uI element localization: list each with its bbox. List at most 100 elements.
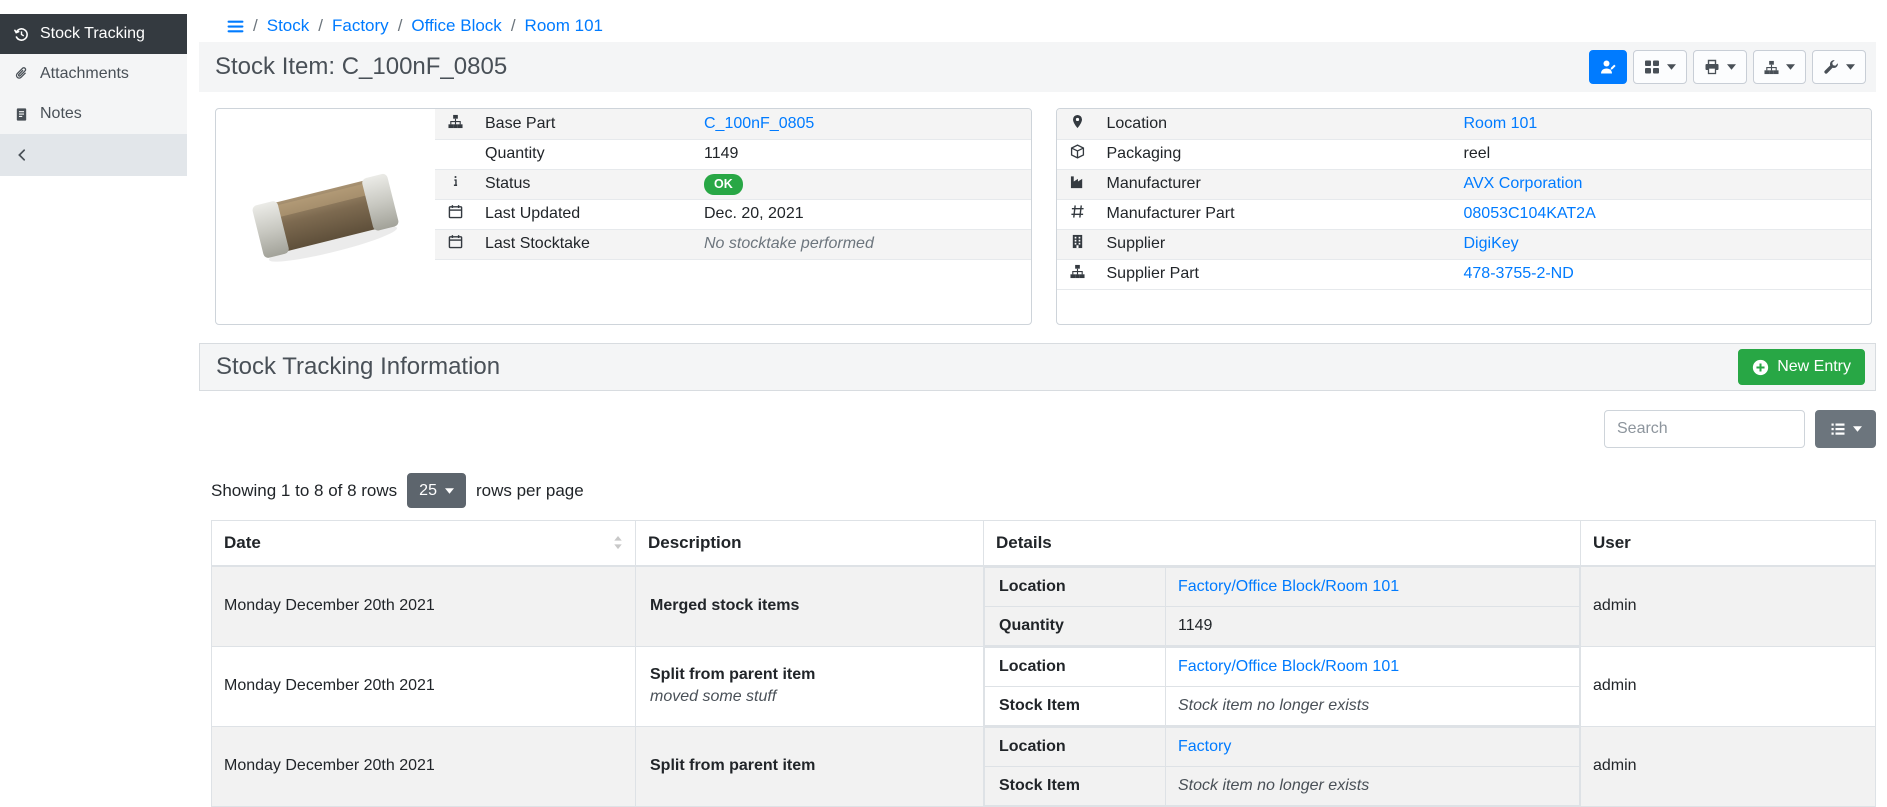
app-root: Stock Tracking Attachments Notes / Stock / Fa… — [0, 0, 1887, 805]
tracking-table-head-row: Date Description Details User — [212, 521, 1876, 566]
header-toolbar — [1589, 50, 1866, 84]
detail-value-link[interactable]: AVX Corporation — [1464, 175, 1583, 192]
tracking-description: Merged stock items — [650, 597, 969, 615]
tracking-detail-label: Stock Item — [985, 686, 1166, 725]
sidebar-collapse-button[interactable] — [0, 134, 187, 176]
stock-summary-panel: Base PartC_100nF_0805Quantity1149StatusO… — [215, 108, 1032, 325]
tracking-details-subtable: Location Factory/Office Block/Room 101 Qua… — [984, 567, 1580, 646]
detail-row: Base PartC_100nF_0805 — [435, 109, 1031, 139]
tracking-detail-value: Stock item no longer exists — [1178, 777, 1369, 794]
stock-user-actions-button[interactable] — [1589, 50, 1627, 84]
stock-adjust-actions-button[interactable] — [1812, 50, 1866, 84]
page-title: Stock Item: C_100nF_0805 — [215, 53, 1589, 81]
barcode-actions-button[interactable] — [1633, 50, 1687, 84]
rows-per-page-label: rows per page — [476, 481, 584, 501]
stock-transfer-actions-button[interactable] — [1753, 50, 1806, 84]
sitemap-icon — [1070, 264, 1085, 279]
grid-icon — [1644, 59, 1660, 75]
caret-down-icon — [445, 488, 454, 494]
section-title: Stock Tracking Information — [216, 353, 1738, 381]
sidebar-item-label: Stock Tracking — [40, 25, 145, 43]
tracking-row: Monday December 20th 2021Split from pare… — [212, 646, 1876, 726]
status-badge: OK — [704, 174, 743, 195]
detail-row: Last Stocktake No stocktake performed — [435, 229, 1031, 259]
tracking-detail-link[interactable]: Factory — [1178, 738, 1231, 755]
chevron-left-icon — [15, 148, 29, 162]
column-header-details[interactable]: Details — [984, 521, 1581, 566]
print-actions-button[interactable] — [1693, 50, 1747, 84]
column-header-user[interactable]: User — [1581, 521, 1876, 566]
detail-row: Last UpdatedDec. 20, 2021 — [435, 199, 1031, 229]
list-icon — [1830, 421, 1846, 437]
stock-item-thumbnail[interactable] — [216, 109, 435, 324]
sidebar-item-attachments[interactable]: Attachments — [0, 54, 187, 94]
menu-toggle-button[interactable] — [227, 18, 244, 35]
tracking-detail-label: Location — [985, 727, 1166, 766]
search-input[interactable] — [1604, 410, 1805, 448]
breadcrumb-link-factory[interactable]: Factory — [332, 16, 389, 36]
detail-row: Packagingreel — [1057, 139, 1872, 169]
detail-value: No stocktake performed — [704, 235, 874, 252]
stock-detail-panels: Base PartC_100nF_0805Quantity1149StatusO… — [215, 108, 1872, 325]
detail-row: LocationRoom 101 — [1057, 109, 1872, 139]
industry-icon — [1070, 174, 1085, 189]
tracking-details-subtable: Location Factory Stock ItemStock item no l… — [984, 727, 1580, 806]
detail-row: Manufacturer Part08053C104KAT2A — [1057, 199, 1872, 229]
column-header-description[interactable]: Description — [636, 521, 984, 566]
breadcrumb-link-office-block[interactable]: Office Block — [411, 16, 501, 36]
detail-label: Status — [475, 169, 694, 199]
caret-down-icon — [1667, 64, 1676, 70]
caret-down-icon — [1727, 64, 1736, 70]
breadcrumb-separator: / — [398, 16, 403, 36]
tracking-table-body: Monday December 20th 2021 Merged stock it… — [212, 566, 1876, 807]
paperclip-icon — [14, 67, 29, 82]
tools-icon — [1823, 59, 1839, 75]
column-label: Description — [648, 533, 742, 553]
page-size-value: 25 — [419, 482, 437, 500]
tracking-description: Split from parent item — [650, 666, 969, 684]
tracking-detail-link[interactable]: Factory/Office Block/Room 101 — [1178, 658, 1399, 675]
hash-icon — [1070, 204, 1085, 219]
column-header-date[interactable]: Date — [212, 521, 636, 566]
page-size-dropdown[interactable]: 25 — [407, 473, 466, 508]
column-label: User — [1593, 533, 1631, 553]
sidebar: Stock Tracking Attachments Notes — [0, 0, 187, 805]
stock-details-table-right: LocationRoom 101Packagingreel Manufacture… — [1057, 109, 1872, 290]
detail-label: Last Stocktake — [475, 229, 694, 259]
tracking-user: admin — [1581, 566, 1876, 647]
page-header: Stock Item: C_100nF_0805 — [199, 42, 1876, 92]
detail-value-link[interactable]: 08053C104KAT2A — [1464, 205, 1596, 222]
detail-label: Last Updated — [475, 199, 694, 229]
breadcrumb-link-stock[interactable]: Stock — [267, 16, 310, 36]
sitemap-icon — [448, 114, 463, 129]
capacitor-image — [238, 149, 413, 284]
caret-down-icon — [1846, 64, 1855, 70]
map-marker-icon — [1070, 114, 1085, 129]
box-icon — [1070, 144, 1085, 159]
detail-value-link[interactable]: Room 101 — [1464, 115, 1538, 132]
columns-dropdown-button[interactable] — [1815, 410, 1876, 448]
tracking-date: Monday December 20th 2021 — [212, 726, 636, 806]
new-entry-button[interactable]: New Entry — [1738, 349, 1865, 385]
info-icon — [448, 174, 463, 189]
tracking-note: moved some stuff — [650, 688, 776, 705]
sidebar-item-notes[interactable]: Notes — [0, 94, 187, 134]
main-content: / Stock / Factory/Office Block/Room 101 Sto… — [187, 0, 1887, 805]
tracking-detail-row: Quantity1149 — [985, 606, 1580, 645]
column-label: Details — [996, 533, 1052, 553]
detail-value-link[interactable]: 478-3755-2-ND — [1464, 265, 1574, 282]
table-toolbar — [199, 410, 1876, 448]
history-icon — [14, 27, 29, 42]
tracking-detail-label: Location — [985, 567, 1166, 606]
breadcrumb-separator: / — [318, 16, 323, 36]
sidebar-item-label: Attachments — [40, 65, 129, 83]
detail-label: Quantity — [475, 139, 694, 169]
detail-value-link[interactable]: C_100nF_0805 — [704, 115, 814, 132]
tracking-detail-row: Stock ItemStock item no longer exists — [985, 766, 1580, 805]
sidebar-item-stock-tracking[interactable]: Stock Tracking — [0, 14, 187, 54]
detail-value-link[interactable]: DigiKey — [1464, 235, 1519, 252]
tracking-row: Monday December 20th 2021Split from pare… — [212, 726, 1876, 806]
breadcrumb-link-room-101[interactable]: Room 101 — [525, 16, 603, 36]
tracking-user: admin — [1581, 646, 1876, 726]
tracking-detail-link[interactable]: Factory/Office Block/Room 101 — [1178, 578, 1399, 595]
